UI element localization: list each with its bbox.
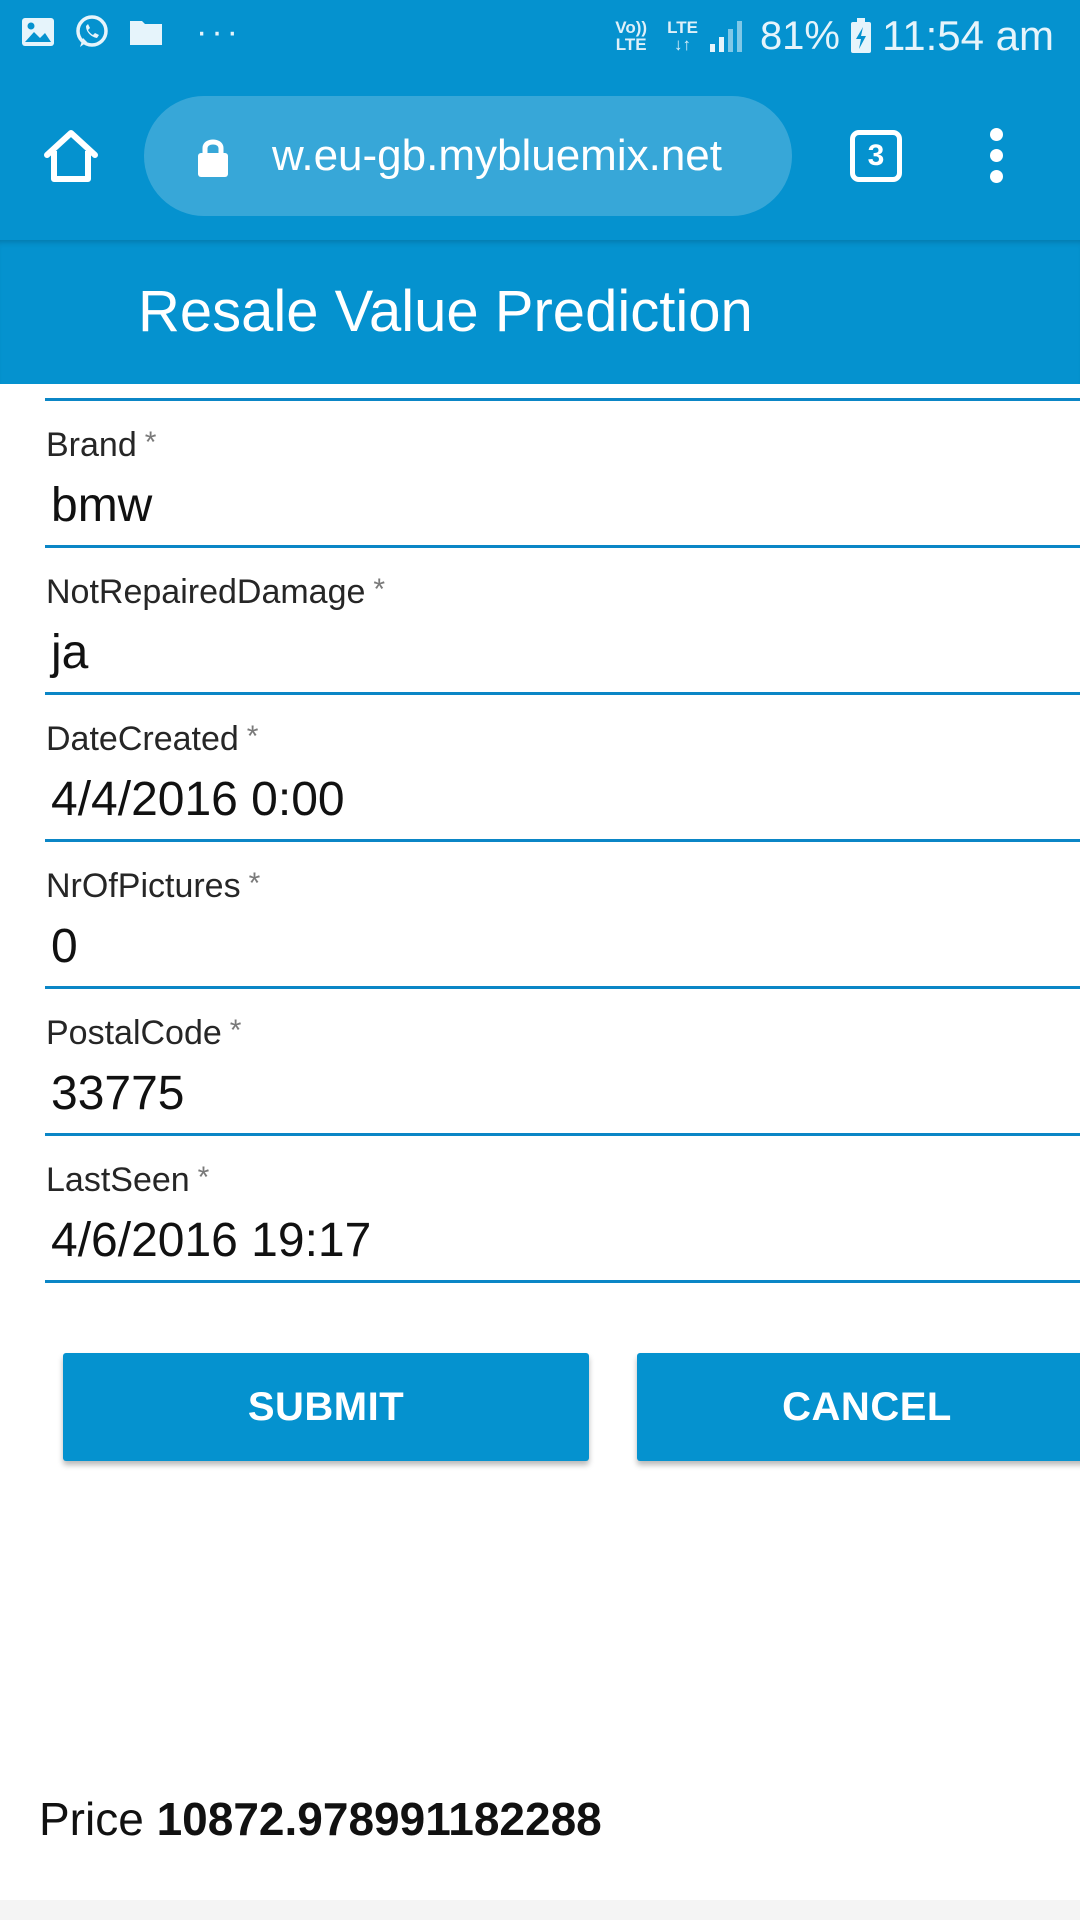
required-marker: * <box>144 426 157 459</box>
tab-switcher-button[interactable]: 3 <box>850 130 902 182</box>
battery-charging-icon <box>851 18 871 53</box>
last-seen-input[interactable]: 4/6/2016 19:17 <box>51 1213 371 1268</box>
lock-icon <box>198 139 228 177</box>
page-title: Resale Value Prediction <box>138 279 753 344</box>
submit-button[interactable]: SUBMIT <box>63 1353 589 1461</box>
field-label: NotRepairedDamage * <box>46 573 386 611</box>
field-label: Brand * <box>46 426 157 464</box>
price-value: 10872.978991182288 <box>156 1793 602 1845</box>
date-created-field[interactable]: DateCreated * 4/4/2016 0:00 <box>45 678 1080 842</box>
postal-code-input[interactable]: 33775 <box>51 1066 184 1121</box>
brand-field[interactable]: Brand * bmw <box>45 384 1080 548</box>
not-repaired-damage-input[interactable]: ja <box>51 625 88 680</box>
field-label: NrOfPictures * <box>46 867 261 905</box>
date-created-input[interactable]: 4/4/2016 0:00 <box>51 772 345 827</box>
whatsapp-icon <box>76 15 108 47</box>
page: ··· Vo)) LTE LTE ↓↑ 81% 11:54 am w.eu-gb… <box>0 0 1080 1920</box>
field-underline <box>45 1280 1080 1283</box>
price-result: Price 10872.978991182288 <box>39 1792 602 1846</box>
required-marker: * <box>197 1161 210 1194</box>
clock: 11:54 am <box>882 12 1054 59</box>
browser-toolbar: w.eu-gb.mybluemix.net 3 <box>0 72 1080 240</box>
system-indicators: Vo)) LTE LTE ↓↑ 81% 11:54 am <box>615 12 1054 60</box>
not-repaired-damage-field[interactable]: NotRepairedDamage * ja <box>45 531 1080 695</box>
nr-of-pictures-input[interactable]: 0 <box>51 919 78 974</box>
more-notifications-icon: ··· <box>196 13 242 51</box>
folder-icon <box>130 21 162 45</box>
lte-data-icon: LTE ↓↑ <box>667 18 698 54</box>
last-seen-field[interactable]: LastSeen * 4/6/2016 19:17 <box>45 1119 1080 1283</box>
brand-input[interactable]: bmw <box>51 478 152 533</box>
home-icon[interactable] <box>42 128 100 184</box>
app-header: Resale Value Prediction <box>0 240 1080 384</box>
postal-code-field[interactable]: PostalCode * 33775 <box>45 972 1080 1136</box>
volte-indicator: Vo)) LTE <box>615 18 648 54</box>
nr-of-pictures-field[interactable]: NrOfPictures * 0 <box>45 825 1080 989</box>
required-marker: * <box>373 573 386 606</box>
notification-icons: ··· <box>20 14 242 50</box>
status-bar: ··· Vo)) LTE LTE ↓↑ 81% 11:54 am <box>0 0 1080 72</box>
signal-strength-icon <box>709 21 742 52</box>
price-label: Price <box>39 1793 144 1845</box>
overflow-menu-icon[interactable] <box>984 128 1008 184</box>
required-marker: * <box>248 867 261 900</box>
address-bar[interactable]: w.eu-gb.mybluemix.net <box>144 96 792 216</box>
bottom-edge <box>0 1900 1080 1920</box>
required-marker: * <box>246 720 259 753</box>
lte-label: LTE <box>667 18 698 37</box>
cancel-button[interactable]: CANCEL <box>637 1353 1080 1461</box>
field-label: PostalCode * <box>46 1014 242 1052</box>
gallery-icon <box>22 18 54 46</box>
required-marker: * <box>229 1014 242 1047</box>
field-label: LastSeen * <box>46 1161 210 1199</box>
battery-percent: 81% <box>759 13 840 58</box>
url-text: w.eu-gb.mybluemix.net <box>272 131 722 180</box>
field-label: DateCreated * <box>46 720 259 758</box>
